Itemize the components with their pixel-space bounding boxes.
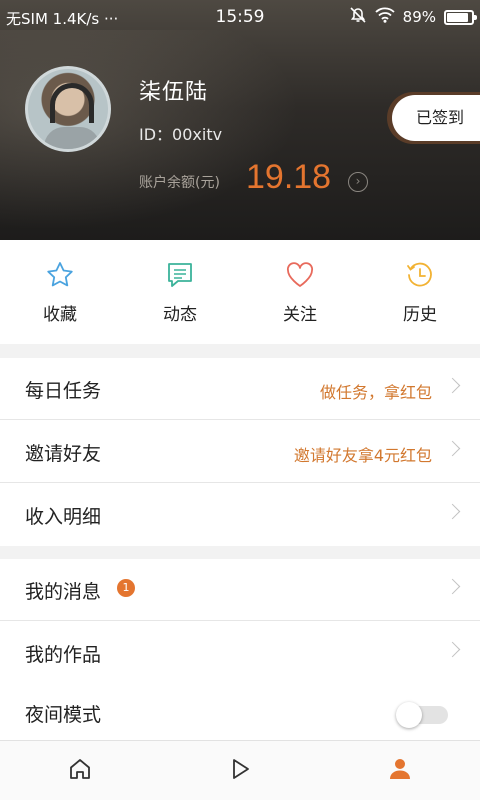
avatar[interactable] — [25, 66, 111, 152]
balance-value[interactable]: 19.18 — [246, 158, 331, 197]
battery-percent: 89% — [402, 8, 436, 26]
balance-label: 账户余额(元) — [139, 175, 220, 191]
action-label: 动态 — [163, 305, 197, 325]
action-label: 收藏 — [43, 305, 77, 325]
clock-history-icon — [360, 260, 480, 290]
menu-item-hint: 邀请好友拿4元红包 — [293, 446, 432, 465]
home-icon — [67, 756, 93, 786]
chevron-right-icon — [444, 440, 461, 457]
menu-item-income-details[interactable]: 收入明细 — [0, 484, 480, 546]
action-feed[interactable]: 动态 — [120, 240, 240, 344]
action-label: 历史 — [403, 305, 437, 325]
wifi-icon — [375, 7, 395, 27]
status-icons: 89% — [349, 6, 477, 28]
nav-profile[interactable] — [320, 741, 480, 800]
action-following[interactable]: 关注 — [240, 240, 360, 344]
nav-play[interactable] — [160, 741, 320, 800]
message-icon — [120, 260, 240, 290]
menu-item-label: 我的作品 — [25, 644, 102, 666]
chevron-right-icon — [444, 641, 461, 658]
section-divider — [0, 546, 480, 559]
play-icon — [227, 756, 253, 786]
username: 柒伍陆 — [139, 80, 209, 105]
mute-icon — [349, 6, 367, 28]
action-history[interactable]: 历史 — [360, 240, 480, 344]
nav-home[interactable] — [0, 741, 160, 800]
bottom-nav — [0, 740, 480, 800]
menu-item-label: 每日任务 — [25, 380, 102, 402]
profile-header: 无SIM 1.4K/s ··· 15:59 89% 柒伍陆 ID：00xitv … — [0, 0, 480, 240]
menu-item-my-works[interactable]: 我的作品 — [0, 622, 480, 684]
user-id: ID：00xitv — [139, 125, 223, 144]
battery-icon — [444, 9, 477, 25]
unread-badge: 1 — [117, 579, 135, 597]
chevron-right-icon — [444, 377, 461, 394]
section-divider — [0, 344, 480, 358]
toggle-knob — [396, 702, 422, 728]
star-icon — [0, 260, 120, 290]
quick-actions: 收藏 动态 关注 历史 — [0, 240, 480, 344]
heart-icon — [240, 260, 360, 290]
chevron-right-icon — [444, 578, 461, 595]
menu-item-hint: 做任务，拿红包 — [319, 383, 432, 402]
chevron-right-circle-icon[interactable]: › — [348, 172, 368, 192]
menu-item-daily-tasks[interactable]: 每日任务 做任务，拿红包 — [0, 358, 480, 420]
signin-button[interactable]: 已签到 — [392, 95, 480, 141]
status-bar: 无SIM 1.4K/s ··· 15:59 89% — [0, 0, 480, 34]
menu-item-label: 收入明细 — [25, 506, 102, 528]
menu-item-label: 夜间模式 — [25, 704, 102, 726]
night-mode-toggle[interactable] — [396, 702, 448, 728]
menu-item-invite-friends[interactable]: 邀请好友 邀请好友拿4元红包 — [0, 421, 480, 483]
menu-item-my-messages[interactable]: 我的消息 1 — [0, 559, 480, 621]
menu-item-label: 邀请好友 — [25, 443, 102, 465]
menu-item-label: 我的消息 — [25, 581, 102, 603]
profile-icon — [387, 756, 413, 786]
chevron-right-icon — [444, 503, 461, 520]
menu-item-night-mode: 夜间模式 — [0, 684, 480, 740]
action-label: 关注 — [283, 305, 317, 325]
action-favorites[interactable]: 收藏 — [0, 240, 120, 344]
